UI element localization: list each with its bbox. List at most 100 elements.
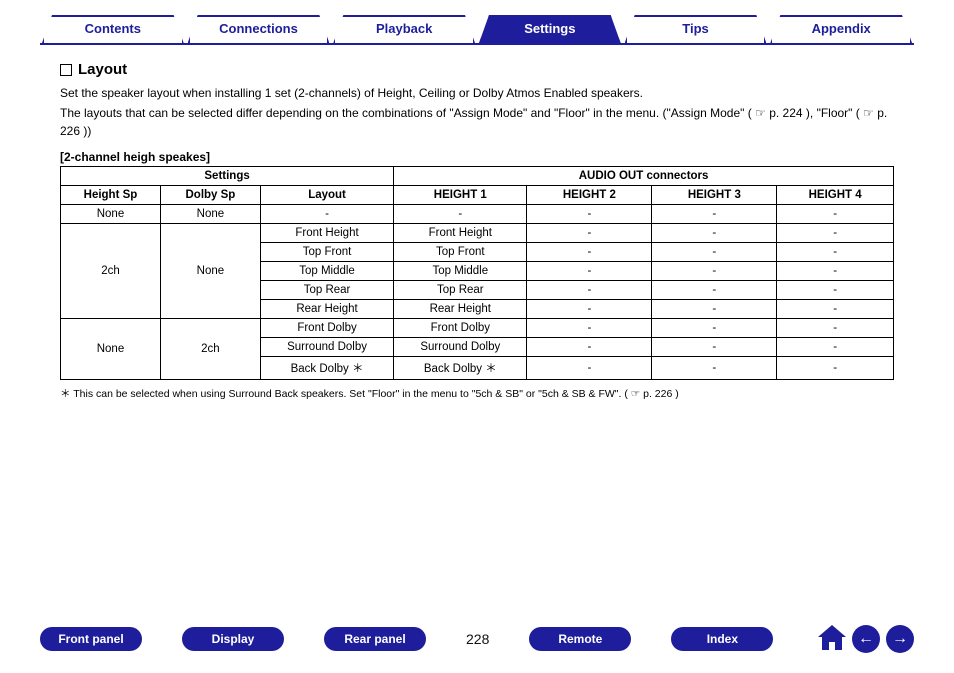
cell-height1: Front Dolby bbox=[394, 319, 527, 338]
cell-height4: - bbox=[777, 262, 894, 281]
cell-height4: - bbox=[777, 319, 894, 338]
cell-layout: Surround Dolby bbox=[260, 338, 393, 357]
cell-height2: - bbox=[527, 205, 652, 224]
cell-layout: Top Rear bbox=[260, 281, 393, 300]
cell-height1: Front Height bbox=[394, 224, 527, 243]
cell-height-sp: 2ch bbox=[61, 224, 161, 319]
page-number: 228 bbox=[466, 631, 489, 647]
tab-playback[interactable]: Playback bbox=[333, 15, 475, 43]
content: Layout Set the speaker layout when insta… bbox=[0, 45, 954, 401]
cell-height3: - bbox=[652, 281, 777, 300]
pill-rear-panel[interactable]: Rear panel bbox=[324, 627, 426, 651]
footnote-ref[interactable]: p. 226 bbox=[643, 388, 672, 400]
tab-settings[interactable]: Settings bbox=[479, 15, 621, 43]
cell-dolby-sp: None bbox=[160, 205, 260, 224]
th-height1: HEIGHT 1 bbox=[394, 186, 527, 205]
cell-height4: - bbox=[777, 205, 894, 224]
bottom-bar: Front panel Display Rear panel 228 Remot… bbox=[0, 625, 954, 653]
cell-layout: Front Height bbox=[260, 224, 393, 243]
cell-layout: Front Dolby bbox=[260, 319, 393, 338]
para2-post: )) bbox=[83, 124, 91, 138]
para2-pre: The layouts that can be selected differ … bbox=[60, 106, 752, 120]
next-page-icon[interactable]: → bbox=[886, 625, 914, 653]
footnote: ＊ This can be selected when using Surrou… bbox=[60, 386, 894, 401]
cell-height2: - bbox=[527, 338, 652, 357]
cell-height2: - bbox=[527, 319, 652, 338]
cell-height1: Rear Height bbox=[394, 300, 527, 319]
cell-height4: - bbox=[777, 281, 894, 300]
table-body: NoneNone-----2chNoneFront HeightFront He… bbox=[61, 205, 894, 380]
tab-tips[interactable]: Tips bbox=[625, 15, 767, 43]
cell-height3: - bbox=[652, 300, 777, 319]
cell-height4: - bbox=[777, 300, 894, 319]
tab-appendix[interactable]: Appendix bbox=[770, 15, 912, 43]
cell-dolby-sp: None bbox=[160, 224, 260, 319]
cell-height4: - bbox=[777, 224, 894, 243]
pill-index[interactable]: Index bbox=[671, 627, 773, 651]
th-height3: HEIGHT 3 bbox=[652, 186, 777, 205]
layout-table: Settings AUDIO OUT connectors Height Sp … bbox=[60, 166, 894, 380]
cell-height1: - bbox=[394, 205, 527, 224]
top-tabbar: Contents Connections Playback Settings T… bbox=[40, 0, 914, 45]
cell-height1: Top Front bbox=[394, 243, 527, 262]
th-height4: HEIGHT 4 bbox=[777, 186, 894, 205]
cell-height2: - bbox=[527, 281, 652, 300]
cell-height3: - bbox=[652, 224, 777, 243]
para-2: The layouts that can be selected differ … bbox=[60, 104, 894, 140]
pointer-icon: ☞ bbox=[863, 104, 874, 122]
table-row: NoneNone----- bbox=[61, 205, 894, 224]
pill-front-panel[interactable]: Front panel bbox=[40, 627, 142, 651]
para-1: Set the speaker layout when installing 1… bbox=[60, 84, 894, 102]
cell-height2: - bbox=[527, 357, 652, 380]
table-subtitle: [2-channel heigh speakes] bbox=[60, 150, 894, 164]
pill-display[interactable]: Display bbox=[182, 627, 284, 651]
section-title-text: Layout bbox=[78, 61, 127, 78]
tab-connections[interactable]: Connections bbox=[188, 15, 330, 43]
cell-height1: Surround Dolby bbox=[394, 338, 527, 357]
section-title: Layout bbox=[60, 61, 894, 78]
th-layout: Layout bbox=[260, 186, 393, 205]
square-bullet-icon bbox=[60, 64, 72, 76]
cell-height1: Top Middle bbox=[394, 262, 527, 281]
cell-dolby-sp: 2ch bbox=[160, 319, 260, 380]
cell-height2: - bbox=[527, 300, 652, 319]
cell-layout: Top Front bbox=[260, 243, 393, 262]
cell-height4: - bbox=[777, 357, 894, 380]
tab-contents[interactable]: Contents bbox=[42, 15, 184, 43]
home-icon[interactable] bbox=[818, 625, 846, 653]
cell-height3: - bbox=[652, 357, 777, 380]
cell-height4: - bbox=[777, 243, 894, 262]
cell-height2: - bbox=[527, 224, 652, 243]
table-header-group-row: Settings AUDIO OUT connectors bbox=[61, 167, 894, 186]
footnote-pre: ＊ This can be selected when using Surrou… bbox=[60, 388, 628, 400]
para2-ref1[interactable]: p. 224 bbox=[769, 106, 802, 120]
cell-height2: - bbox=[527, 262, 652, 281]
th-dolby-sp: Dolby Sp bbox=[160, 186, 260, 205]
th-settings: Settings bbox=[61, 167, 394, 186]
th-height2: HEIGHT 2 bbox=[527, 186, 652, 205]
pointer-icon: ☞ bbox=[631, 388, 640, 400]
para2-mid: ), "Floor" ( bbox=[806, 106, 860, 120]
cell-layout: - bbox=[260, 205, 393, 224]
nav-icons: ← → bbox=[818, 625, 914, 653]
th-audio-out: AUDIO OUT connectors bbox=[394, 167, 894, 186]
pointer-icon: ☞ bbox=[755, 104, 766, 122]
cell-height-sp: None bbox=[61, 319, 161, 380]
pill-remote[interactable]: Remote bbox=[529, 627, 631, 651]
cell-height3: - bbox=[652, 262, 777, 281]
cell-height3: - bbox=[652, 319, 777, 338]
cell-layout: Top Middle bbox=[260, 262, 393, 281]
cell-height3: - bbox=[652, 243, 777, 262]
prev-page-icon[interactable]: ← bbox=[852, 625, 880, 653]
table-header-row: Height Sp Dolby Sp Layout HEIGHT 1 HEIGH… bbox=[61, 186, 894, 205]
cell-height4: - bbox=[777, 338, 894, 357]
table-row: 2chNoneFront HeightFront Height--- bbox=[61, 224, 894, 243]
cell-height1: Top Rear bbox=[394, 281, 527, 300]
cell-height-sp: None bbox=[61, 205, 161, 224]
table-row: None2chFront DolbyFront Dolby--- bbox=[61, 319, 894, 338]
cell-height3: - bbox=[652, 338, 777, 357]
cell-height3: - bbox=[652, 205, 777, 224]
cell-height2: - bbox=[527, 243, 652, 262]
cell-layout: Rear Height bbox=[260, 300, 393, 319]
footnote-post: ) bbox=[675, 388, 679, 400]
